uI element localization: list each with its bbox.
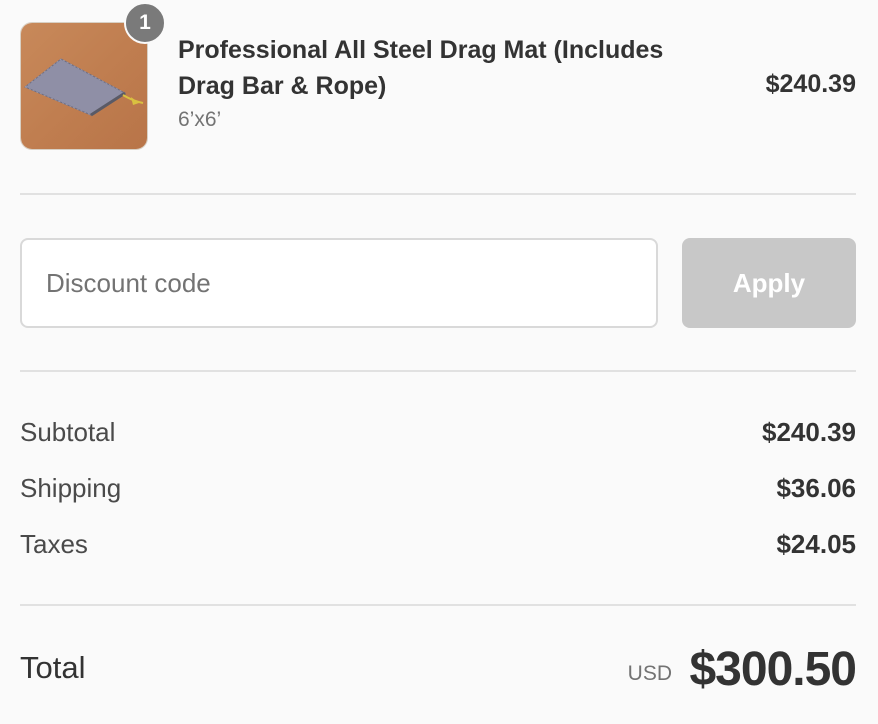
subtotal-row: Subtotal $240.39 bbox=[20, 412, 856, 452]
drag-mat-image bbox=[21, 23, 147, 149]
discount-code-input[interactable] bbox=[20, 238, 658, 328]
total-row: Total USD $300.50 bbox=[20, 640, 857, 704]
quantity-badge: 1 bbox=[124, 2, 166, 44]
product-thumbnail bbox=[20, 22, 148, 150]
product-variant: 6’x6’ bbox=[178, 108, 222, 131]
subtotal-value: $240.39 bbox=[762, 417, 856, 447]
taxes-row: Taxes $24.05 bbox=[20, 524, 856, 564]
divider bbox=[20, 604, 856, 606]
apply-discount-button[interactable]: Apply bbox=[682, 238, 856, 328]
taxes-value: $24.05 bbox=[776, 529, 856, 559]
subtotal-label: Subtotal bbox=[20, 417, 116, 447]
divider bbox=[20, 370, 856, 372]
product-title: Professional All Steel Drag Mat (Include… bbox=[178, 36, 664, 100]
taxes-label: Taxes bbox=[20, 529, 88, 559]
product-price: $240.39 bbox=[765, 70, 856, 98]
total-label: Total bbox=[20, 650, 86, 685]
total-amount: $300.50 bbox=[689, 643, 857, 696]
shipping-label: Shipping bbox=[20, 473, 122, 503]
shipping-row: Shipping $36.06 bbox=[20, 468, 856, 508]
total-currency: USD bbox=[627, 662, 672, 685]
divider bbox=[20, 193, 856, 195]
shipping-value: $36.06 bbox=[776, 473, 856, 503]
line-item: 1 Professional All Steel Drag Mat (Inclu… bbox=[20, 2, 856, 150]
